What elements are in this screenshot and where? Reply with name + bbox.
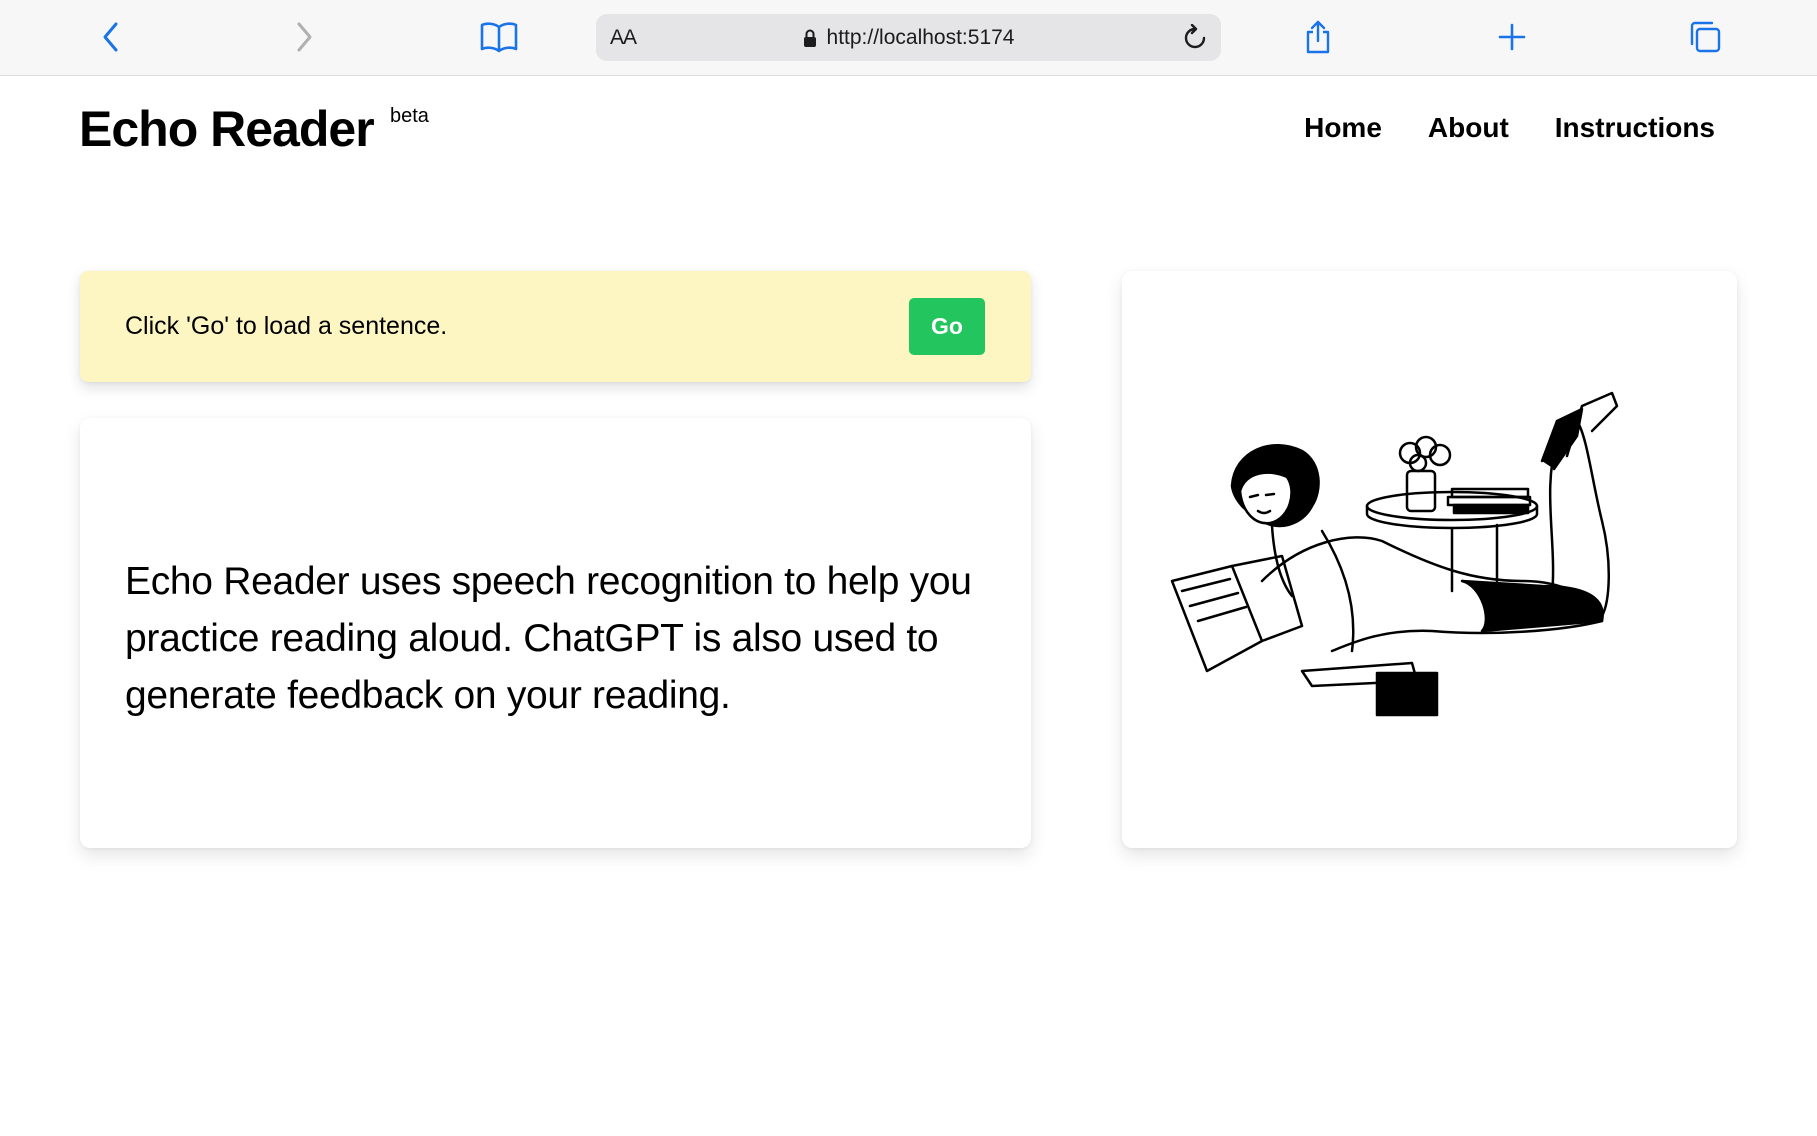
chevron-right-icon	[297, 22, 312, 52]
main-nav: Home About Instructions	[1304, 108, 1715, 148]
lock-icon	[803, 29, 816, 47]
sentence-prompt-card: Click 'Go' to load a sentence. Go	[80, 271, 1031, 382]
plus-icon	[1498, 23, 1526, 51]
beta-badge: beta	[390, 105, 429, 127]
nav-about-link[interactable]: About	[1428, 108, 1509, 148]
illustration-card	[1122, 271, 1737, 848]
bookmarks-button[interactable]	[477, 17, 521, 57]
back-button[interactable]	[89, 17, 133, 57]
tabs-icon	[1690, 21, 1721, 53]
go-button[interactable]: Go	[909, 298, 985, 355]
info-text: Echo Reader uses speech recognition to h…	[125, 560, 972, 717]
address-bar[interactable]: AA http://localhost:5174	[596, 14, 1221, 61]
chevron-left-icon	[103, 22, 118, 52]
nav-home-link[interactable]: Home	[1304, 108, 1382, 148]
share-icon	[1306, 20, 1330, 54]
info-card: Echo Reader uses speech recognition to h…	[80, 418, 1031, 848]
url-display[interactable]: http://localhost:5174	[596, 14, 1221, 61]
prompt-text: Click 'Go' to load a sentence.	[125, 312, 448, 340]
nav-instructions-link[interactable]: Instructions	[1555, 108, 1715, 148]
book-icon	[480, 22, 518, 53]
browser-toolbar: AA http://localhost:5174	[0, 0, 1817, 76]
url-text: http://localhost:5174	[826, 25, 1015, 49]
share-button[interactable]	[1296, 17, 1340, 57]
new-tab-button[interactable]	[1490, 17, 1534, 57]
reading-woman-illustration	[1170, 391, 1619, 717]
tab-overview-button[interactable]	[1683, 17, 1727, 57]
site-title[interactable]: Echo Reader	[79, 100, 375, 158]
reload-icon[interactable]	[1181, 24, 1209, 52]
forward-button[interactable]	[282, 17, 326, 57]
